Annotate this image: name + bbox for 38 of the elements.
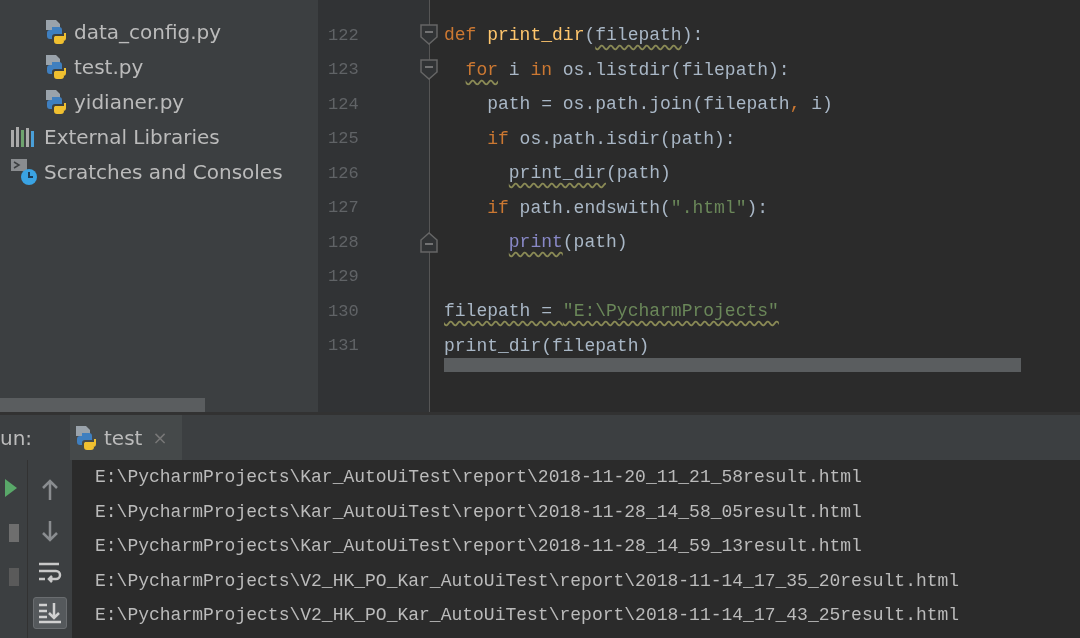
console-line: E:\PycharmProjects\V2_HK_PO_Kar_AutoUiTest\report\2018-11-14_17_35_20result.html xyxy=(95,570,960,591)
tree-item[interactable]: Scratches and Consoles xyxy=(44,159,283,184)
code-line: print(path) xyxy=(508,232,628,253)
tree-item[interactable]: yidianer.py xyxy=(74,89,185,114)
code-line: def print_dir(filepath): xyxy=(444,25,704,46)
python-icon xyxy=(74,424,98,451)
fold-marker-icon[interactable] xyxy=(420,24,438,47)
tree-item[interactable]: External Libraries xyxy=(44,124,220,149)
scrollbar[interactable] xyxy=(0,398,205,412)
code-line: if path.endswith(".html"): xyxy=(487,197,769,218)
code-line: print_dir(filepath) xyxy=(444,335,650,356)
code-line: path = os.path.join(filepath, i) xyxy=(487,94,833,115)
run-icon[interactable] xyxy=(4,478,19,498)
code-line: if os.path.isdir(path): xyxy=(487,128,736,149)
console-line: E:\PycharmProjects\Kar_AutoUiTest\report\2018-11-28_14_59_13result.html xyxy=(95,536,862,557)
toolbar-button[interactable] xyxy=(33,596,67,629)
scroll-to-end-icon xyxy=(38,601,62,624)
code-line: filepath = "E:\PycharmProjects" xyxy=(444,301,779,322)
scratches-clock-icon xyxy=(10,157,38,186)
fold-marker-icon[interactable] xyxy=(420,58,438,81)
soft-wrap-icon xyxy=(38,560,62,583)
console-line: E:\PycharmProjects\Kar_AutoUiTest\report\2018-11-28_14_58_05result.html xyxy=(95,501,862,522)
run-label: un: xyxy=(0,424,34,452)
console-line: E:\PycharmProjects\Kar_AutoUiTest\report\2018-11-20_11_21_58result.html xyxy=(95,467,862,488)
python-file-icon xyxy=(44,88,68,115)
scrollbar[interactable] xyxy=(444,358,1021,372)
python-file-icon xyxy=(44,18,68,45)
tree-item[interactable]: test.py xyxy=(74,54,144,79)
python-file-icon xyxy=(44,53,68,80)
fold-marker-icon[interactable] xyxy=(420,231,438,254)
down-arrow-icon xyxy=(40,519,60,542)
run-tab[interactable]: test × xyxy=(70,415,182,460)
stop-icon[interactable] xyxy=(8,524,19,542)
up-arrow-icon xyxy=(40,479,60,501)
console-line: E:\PycharmProjects\V2_HK_PO_Kar_AutoUiTest\report\2018-11-14_17_43_25result.html xyxy=(95,605,960,626)
code-line: for i in os.listdir(filepath): xyxy=(465,59,790,80)
tree-item[interactable]: data_config.py xyxy=(74,19,222,44)
code-line: print_dir(path) xyxy=(508,163,671,184)
